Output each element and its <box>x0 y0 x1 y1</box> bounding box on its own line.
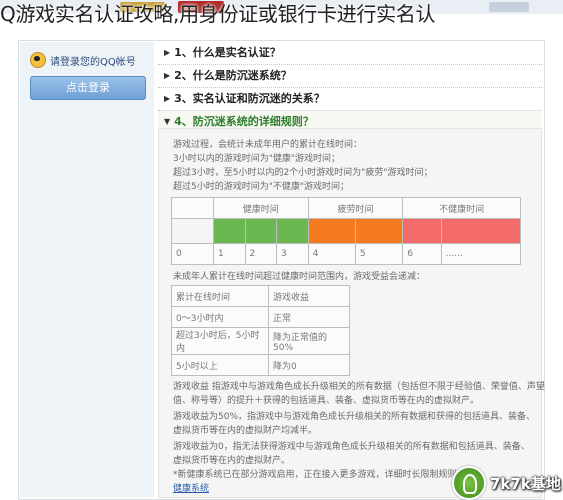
unhealthy-bar <box>402 218 442 244</box>
income-gain: 降为正常值的50% <box>268 327 350 355</box>
hour-label: ...... <box>440 243 522 265</box>
hour-label: 0 <box>171 243 214 265</box>
income-intro: 未成年人累计在线时间超过健康时间范围内，游戏受益会递减： <box>173 272 426 282</box>
healthy-header: 健康时间 <box>213 197 309 219</box>
hour-label: 3 <box>276 243 309 265</box>
hour-label: 1 <box>213 243 246 265</box>
page-title: Q游戏实名认证攻略,用身份证或银行卡进行实名认 <box>0 2 436 26</box>
healthy-bar <box>244 218 278 244</box>
income-table: 累计在线时间 游戏收益 0～3小时内 正常 超过3小时后，5小时内 降为正常值的… <box>171 285 350 376</box>
faq-list: ▶ 1、什么是实名认证？ ▶ 2、什么是防沉迷系统？ ▶ 3、实名认证和防沉迷的… <box>158 42 542 134</box>
qq-login-prompt: 请登录您的QQ帐号 <box>30 52 136 68</box>
tired-bar <box>307 218 356 244</box>
triangle-right-icon: ▶ <box>164 94 171 103</box>
time-bar-table: 健康时间 疲劳时间 不健康时间 0 1 2 3 4 5 6 ...... <box>171 197 522 265</box>
income-gain: 降为0 <box>268 354 350 376</box>
note-line: 虚拟货币等在内的虚拟财产。 <box>173 456 291 466</box>
tired-bar <box>354 218 404 244</box>
login-prompt-text: 请登录您的QQ帐号 <box>50 56 136 68</box>
note-line: 游戏收益为50%，指游戏中与游戏角色成长升级相关的所有数据和获得的包括道具、装备… <box>173 412 536 422</box>
note-line: 游戏收益为0，指无法获得游戏中与游戏角色成长升级相关的所有数据和包括道具、装备、 <box>173 442 530 452</box>
header-blank <box>171 197 214 219</box>
rule-line: 超过3小时，至5小时以内的2个小时游戏时间为"疲劳"游戏时间； <box>173 168 433 178</box>
triangle-right-icon: ▶ <box>164 71 171 80</box>
faq-item-anti-addiction[interactable]: ▶ 2、什么是防沉迷系统？ <box>158 65 542 88</box>
hour-label: 5 <box>354 243 404 265</box>
tired-header: 疲劳时间 <box>307 197 404 219</box>
gourd-badge-icon <box>452 466 486 500</box>
note-line: 值、称号等）的提升＋获得的包括道具、装备、虚拟货币等在内的虚拟财产。 <box>173 396 480 406</box>
rule-line: 游戏过程，会统计未成年用户的累计在线时间： <box>173 140 363 150</box>
income-header-gain: 游戏收益 <box>268 285 350 307</box>
healthy-bar <box>213 218 246 244</box>
hour-label: 4 <box>307 243 356 265</box>
note-line: 虚拟货币等在内的虚拟财产均减半。 <box>173 426 318 436</box>
triangle-right-icon: ▶ <box>164 48 171 57</box>
faq-item-realname[interactable]: ▶ 1、什么是实名认证？ <box>158 42 542 65</box>
faq-label: 1、什么是实名认证？ <box>174 46 281 59</box>
unhealthy-header: 不健康时间 <box>402 197 521 219</box>
rules-panel: 游戏过程，会统计未成年用户的累计在线时间： 3小时以内的游戏时间为"健康"游戏时… <box>158 128 545 498</box>
rule-line: 超过5小时的游戏时间为"不健康"游戏时间； <box>173 182 350 192</box>
rule-line: 3小时以内的游戏时间为"健康"游戏时间； <box>173 154 341 164</box>
hour-label: 6 <box>402 243 442 265</box>
income-time: 超过3小时后，5小时内 <box>171 327 269 355</box>
qq-penguin-icon <box>30 52 46 68</box>
faq-label: 3、实名认证和防沉迷的关系？ <box>174 92 325 105</box>
healthy-bar <box>276 218 309 244</box>
income-time: 0～3小时内 <box>171 306 269 328</box>
faq-item-relation[interactable]: ▶ 3、实名认证和防沉迷的关系？ <box>158 88 542 111</box>
note-line: 游戏收益 指游戏中与游戏角色成长升级相关的所有数据（包括但不限于经验值、荣誉值、… <box>173 382 545 392</box>
watermark-text: 7k7k基地 <box>490 474 561 493</box>
login-sidebar: 请登录您的QQ帐号 点击登录 <box>20 42 154 497</box>
health-system-link[interactable]: 健康系统 <box>173 481 209 494</box>
faq-label: 2、什么是防沉迷系统？ <box>174 69 292 82</box>
watermark-logo: 7k7k基地 <box>452 466 561 500</box>
income-header-time: 累计在线时间 <box>171 285 269 307</box>
note-line: *新健康系统已在部分游戏启用，正在接入更多游戏，详细时长限制规则可@ <box>173 470 475 480</box>
bar-blank <box>171 218 214 244</box>
unhealthy-bar <box>440 218 522 244</box>
login-button[interactable]: 点击登录 <box>30 76 146 100</box>
income-gain: 正常 <box>268 306 350 328</box>
hour-label: 2 <box>244 243 278 265</box>
income-time: 5小时以上 <box>171 354 269 376</box>
